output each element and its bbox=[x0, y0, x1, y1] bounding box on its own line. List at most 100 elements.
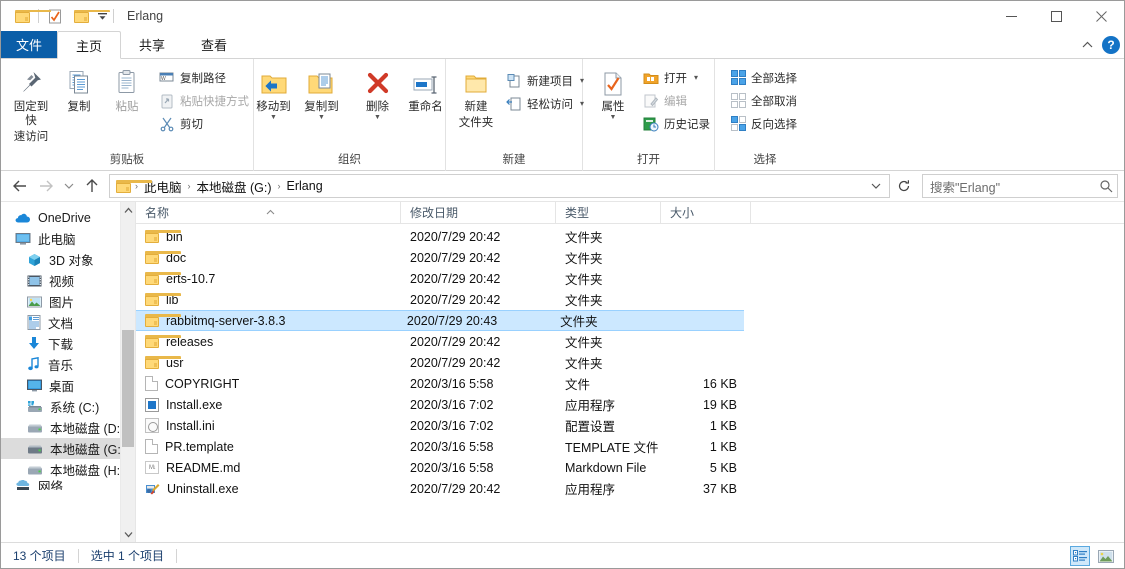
select-all-label: 全部选择 bbox=[751, 72, 797, 85]
row-name-cell[interactable]: bin bbox=[136, 230, 401, 244]
sidebar-item-this-pc[interactable]: 此电脑 bbox=[1, 228, 135, 249]
history-button[interactable]: 历史记录 bbox=[639, 112, 714, 135]
column-header-date[interactable]: 修改日期 bbox=[401, 201, 556, 224]
row-name-cell[interactable]: doc bbox=[136, 251, 401, 265]
collapse-ribbon-button[interactable] bbox=[1078, 36, 1096, 54]
tab-home[interactable]: 主页 bbox=[57, 31, 122, 59]
sidebar-item-drive-g[interactable]: 本地磁盘 (G:) bbox=[1, 438, 135, 459]
table-row[interactable]: erts-10.7 2020/7/29 20:42 文件夹 bbox=[136, 268, 1124, 289]
help-button[interactable]: ? bbox=[1102, 36, 1120, 54]
edit-label: 编辑 bbox=[664, 95, 687, 108]
table-row[interactable]: M↓ README.md 2020/3/16 5:58 Markdown Fil… bbox=[136, 457, 1124, 478]
table-row[interactable]: bin 2020/7/29 20:42 文件夹 bbox=[136, 226, 1124, 247]
sidebar-item-drive-h[interactable]: 本地磁盘 (H:) bbox=[1, 459, 135, 480]
move-to-button[interactable]: 移动到 ▼ bbox=[250, 63, 298, 121]
paste-button[interactable]: 粘贴 bbox=[103, 63, 151, 114]
minimize-button[interactable] bbox=[989, 1, 1034, 31]
table-row[interactable]: Uninstall.exe 2020/7/29 20:42 应用程序 37 KB bbox=[136, 478, 1124, 499]
row-name-cell[interactable]: Install.ini bbox=[136, 418, 401, 433]
easy-access-button[interactable]: 轻松访问 ▾ bbox=[502, 92, 588, 115]
table-row[interactable]: doc 2020/7/29 20:42 文件夹 bbox=[136, 247, 1124, 268]
back-button[interactable] bbox=[7, 174, 33, 198]
sidebar-scroll-thumb[interactable] bbox=[122, 330, 134, 447]
row-name-cell[interactable]: Install.exe bbox=[136, 397, 401, 412]
sidebar-item-desktop[interactable]: 桌面 bbox=[1, 375, 135, 396]
qat-new-folder-icon[interactable] bbox=[68, 3, 110, 29]
sidebar-item-system-c[interactable]: 系统 (C:) bbox=[1, 396, 135, 417]
row-name-cell[interactable]: Uninstall.exe bbox=[136, 481, 401, 496]
copy-to-button[interactable]: 复制到 ▼ bbox=[298, 63, 346, 121]
open-button[interactable]: 打开 ▾ bbox=[639, 66, 714, 89]
sidebar-item-videos[interactable]: 视频 bbox=[1, 270, 135, 291]
search-box[interactable]: 搜索"Erlang" bbox=[922, 174, 1118, 198]
copy-path-button[interactable]: W 复制路径 bbox=[155, 66, 253, 89]
qat-folder-icon[interactable] bbox=[9, 3, 51, 29]
row-type-cell: 文件夹 bbox=[565, 357, 603, 371]
row-name-cell[interactable]: rabbitmq-server-3.8.3 bbox=[136, 314, 398, 328]
tab-view[interactable]: 查看 bbox=[183, 31, 245, 58]
table-row[interactable]: usr 2020/7/29 20:42 文件夹 bbox=[136, 352, 1124, 373]
row-name-cell[interactable]: COPYRIGHT bbox=[136, 376, 401, 391]
sidebar-item-music[interactable]: 音乐 bbox=[1, 354, 135, 375]
sidebar-item-3d-objects[interactable]: 3D 对象 bbox=[1, 249, 135, 270]
table-row[interactable]: releases 2020/7/29 20:42 文件夹 bbox=[136, 331, 1124, 352]
table-row[interactable]: PR.template 2020/3/16 5:58 TEMPLATE 文件 1… bbox=[136, 436, 1124, 457]
new-item-button[interactable]: 新建项目 ▾ bbox=[502, 69, 588, 92]
row-name-cell[interactable]: PR.template bbox=[136, 439, 401, 454]
sidebar-scroll-up-button[interactable] bbox=[121, 202, 135, 218]
table-row[interactable]: lib 2020/7/29 20:42 文件夹 bbox=[136, 289, 1124, 310]
qat-customize-dropdown[interactable] bbox=[94, 3, 110, 29]
delete-button[interactable]: 删除 ▼ bbox=[354, 63, 402, 121]
row-name-cell[interactable]: usr bbox=[136, 356, 401, 370]
row-name-cell[interactable]: erts-10.7 bbox=[136, 272, 401, 286]
refresh-button[interactable] bbox=[892, 174, 916, 198]
row-name-cell[interactable]: M↓ README.md bbox=[136, 461, 401, 475]
table-row[interactable]: Install.exe 2020/3/16 7:02 应用程序 19 KB bbox=[136, 394, 1124, 415]
sidebar-item-downloads[interactable]: 下载 bbox=[1, 333, 135, 354]
close-button[interactable] bbox=[1079, 1, 1124, 31]
select-all-button[interactable]: 全部选择 bbox=[727, 66, 801, 89]
tab-share[interactable]: 共享 bbox=[121, 31, 183, 58]
row-name-cell[interactable]: releases bbox=[136, 335, 401, 349]
delete-caret-icon: ▼ bbox=[374, 114, 381, 121]
copy-button[interactable]: 复制 bbox=[55, 63, 103, 114]
paste-shortcut-button[interactable]: 粘贴快捷方式 bbox=[155, 89, 253, 112]
sidebar-item-pictures[interactable]: 图片 bbox=[1, 291, 135, 312]
tab-file[interactable]: 文件 bbox=[1, 31, 57, 58]
address-dropdown-button[interactable] bbox=[865, 175, 887, 197]
sidebar-item-drive-d[interactable]: 本地磁盘 (D:) bbox=[1, 417, 135, 438]
table-row[interactable]: COPYRIGHT 2020/3/16 5:58 文件 16 KB bbox=[136, 373, 1124, 394]
qat-properties-icon[interactable] bbox=[42, 3, 68, 29]
sidebar-item-onedrive[interactable]: OneDrive bbox=[1, 207, 135, 228]
sidebar-scrollbar[interactable] bbox=[120, 202, 135, 542]
pin-to-quick-access-button[interactable]: 固定到快 速访问 bbox=[7, 63, 55, 144]
search-input[interactable]: 搜索"Erlang" bbox=[930, 177, 1099, 196]
search-icon[interactable] bbox=[1099, 179, 1113, 193]
rename-button[interactable]: 重命名 bbox=[402, 63, 450, 114]
column-header-name[interactable]: 名称 bbox=[136, 201, 401, 224]
large-icons-view-button[interactable] bbox=[1096, 546, 1116, 566]
breadcrumb-item-drive-g[interactable]: 本地磁盘 (G:) bbox=[192, 177, 277, 196]
row-type-cell: 文件夹 bbox=[560, 315, 598, 329]
forward-button[interactable] bbox=[33, 174, 59, 198]
edit-button[interactable]: 编辑 bbox=[639, 89, 714, 112]
up-button[interactable] bbox=[79, 174, 105, 198]
invert-selection-button[interactable]: 反向选择 bbox=[727, 112, 801, 135]
row-name-cell[interactable]: lib bbox=[136, 293, 401, 307]
sidebar-item-documents[interactable]: 文档 bbox=[1, 312, 135, 333]
details-view-button[interactable] bbox=[1070, 546, 1090, 566]
recent-locations-button[interactable] bbox=[59, 174, 79, 198]
select-none-button[interactable]: 全部取消 bbox=[727, 89, 801, 112]
breadcrumb-bar[interactable]: › 此电脑 › 本地磁盘 (G:) › Erlang bbox=[109, 174, 890, 198]
cut-button[interactable]: 剪切 bbox=[155, 112, 253, 135]
sidebar-scroll-down-button[interactable] bbox=[121, 526, 135, 542]
breadcrumb-item-erlang[interactable]: Erlang bbox=[282, 179, 328, 193]
table-row[interactable]: Install.ini 2020/3/16 7:02 配置设置 1 KB bbox=[136, 415, 1124, 436]
properties-button[interactable]: 属性 ▼ bbox=[589, 63, 637, 121]
maximize-button[interactable] bbox=[1034, 1, 1079, 31]
sidebar-item-network[interactable]: 网络 bbox=[1, 480, 135, 490]
new-folder-button[interactable]: 新建 文件夹 bbox=[452, 63, 500, 130]
column-header-type[interactable]: 类型 bbox=[556, 201, 661, 224]
table-row-selected[interactable]: rabbitmq-server-3.8.3 2020/7/29 20:43 文件… bbox=[136, 310, 744, 331]
column-header-size[interactable]: 大小 bbox=[661, 201, 751, 224]
